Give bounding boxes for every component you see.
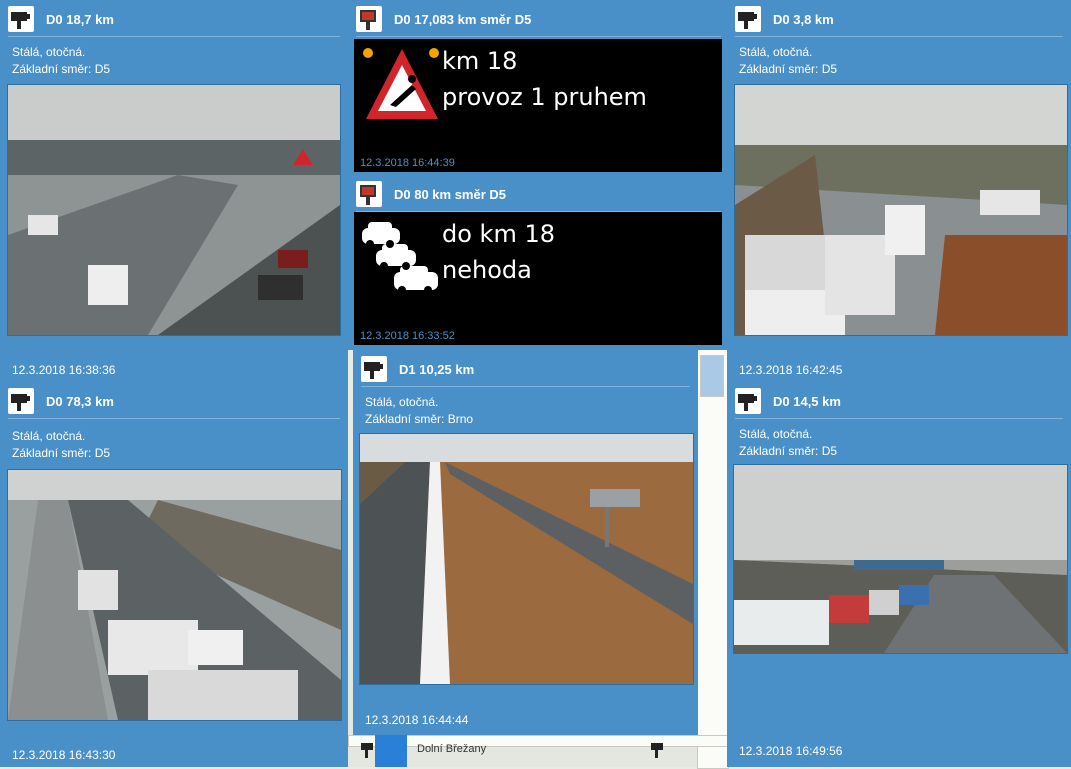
camera-description: Stálá, otočná. Základní směr: D5: [739, 426, 837, 460]
traffic-camera-icon: [735, 6, 761, 32]
vms-line-2: nehoda: [442, 256, 532, 284]
camera-title: D0 3,8 km: [773, 12, 834, 27]
camera-image[interactable]: [7, 469, 342, 721]
camera-title: D0 18,7 km: [46, 12, 114, 27]
camera-timestamp: 12.3.2018 16:38:36: [12, 363, 116, 377]
camera-timestamp: 12.3.2018 16:42:45: [739, 363, 843, 377]
vms-display: km 18 provoz 1 pruhem 12.3.2018 16:44:39: [354, 39, 722, 172]
vms-title: D0 17,083 km směr D5: [394, 12, 532, 27]
map-camera-icon[interactable]: [650, 741, 668, 759]
map-marker[interactable]: [375, 735, 407, 767]
camera-panel-d0-14-5[interactable]: D0 14,5 km Stálá, otočná. Základní směr:…: [727, 382, 1071, 767]
panel-header: D1 10,25 km: [361, 354, 690, 387]
camera-direction: Základní směr: D5: [739, 62, 838, 76]
camera-type: Stálá, otočná.: [739, 427, 813, 441]
camera-image[interactable]: [7, 84, 341, 336]
camera-timestamp: 12.3.2018 16:49:56: [739, 744, 843, 758]
camera-description: Stálá, otočná. Základní směr: Brno: [365, 394, 473, 428]
camera-title: D0 14,5 km: [773, 394, 841, 409]
vms-timestamp: 12.3.2018 16:33:52: [360, 330, 455, 342]
warning-triangle-icon: [360, 45, 446, 130]
camera-direction: Základní směr: D5: [12, 62, 111, 76]
camera-description: Stálá, otočná. Základní směr: D5: [739, 44, 837, 78]
camera-type: Stálá, otočná.: [739, 45, 813, 59]
camera-direction: Základní směr: D5: [739, 444, 838, 458]
vms-title: D0 80 km směr D5: [394, 187, 507, 202]
traffic-camera-icon: [361, 356, 387, 382]
map-road: [697, 340, 729, 769]
panel-header: D0 18,7 km: [8, 4, 340, 37]
panel-header: D0 80 km směr D5: [356, 179, 721, 212]
camera-direction: Základní směr: Brno: [365, 412, 474, 426]
camera-title: D1 10,25 km: [399, 362, 475, 377]
camera-type: Stálá, otočná.: [12, 45, 86, 59]
map-place-label: Dolní Břežany: [417, 743, 487, 755]
camera-timestamp: 12.3.2018 16:43:30: [12, 748, 116, 762]
traffic-jam-icon: [360, 216, 442, 303]
traffic-camera-icon: [8, 6, 34, 32]
camera-timestamp: 12.3.2018 16:44:44: [365, 713, 469, 727]
camera-title: D0 78,3 km: [46, 394, 114, 409]
traffic-camera-icon: [735, 388, 761, 414]
camera-image[interactable]: [359, 433, 694, 685]
panel-header: D0 14,5 km: [735, 386, 1063, 419]
traffic-sign-icon: [356, 181, 382, 207]
vms-panel-d0-17-083[interactable]: D0 17,083 km směr D5 km 18 provoz 1 pruh…: [348, 0, 729, 175]
camera-description: Stálá, otočná. Základní směr: D5: [12, 428, 110, 462]
camera-image[interactable]: [733, 464, 1068, 654]
traffic-sign-icon: [356, 6, 382, 32]
camera-panel-d1-10-25[interactable]: D1 10,25 km Stálá, otočná. Základní směr…: [353, 350, 698, 735]
traffic-camera-icon: [8, 388, 34, 414]
map-water: [700, 355, 724, 397]
camera-type: Stálá, otočná.: [12, 429, 86, 443]
vms-display: do km 18 nehoda 12.3.2018 16:33:52: [354, 212, 722, 345]
vms-line-1: do km 18: [442, 220, 555, 248]
panel-header: D0 3,8 km: [735, 4, 1063, 37]
panel-header: D0 78,3 km: [8, 386, 340, 419]
vms-timestamp: 12.3.2018 16:44:39: [360, 157, 455, 169]
camera-panel-d0-18-7[interactable]: D0 18,7 km Stálá, otočná. Základní směr:…: [0, 0, 348, 382]
camera-direction: Základní směr: D5: [12, 446, 111, 460]
camera-type: Stálá, otočná.: [365, 395, 439, 409]
camera-panel-d0-78-3[interactable]: D0 78,3 km Stálá, otočná. Základní směr:…: [0, 382, 348, 767]
vms-line-1: km 18: [442, 47, 518, 75]
camera-panel-d0-3-8[interactable]: D0 3,8 km Stálá, otočná. Základní směr: …: [727, 0, 1071, 382]
panel-header: D0 17,083 km směr D5: [356, 4, 721, 37]
camera-description: Stálá, otočná. Základní směr: D5: [12, 44, 110, 78]
vms-panel-d0-80[interactable]: D0 80 km směr D5 do km 18 nehoda 12.3.20…: [348, 175, 729, 350]
vms-line-2: provoz 1 pruhem: [442, 83, 647, 111]
camera-image[interactable]: [734, 84, 1068, 336]
